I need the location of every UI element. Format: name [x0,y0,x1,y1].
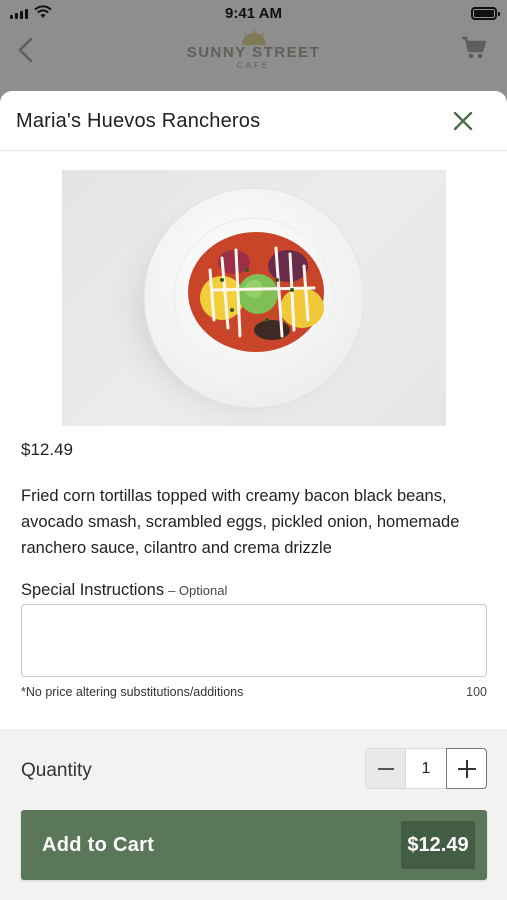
instructions-label-text: Special Instructions [21,581,165,599]
plus-icon [457,759,476,778]
item-price: $12.49 [21,440,73,459]
quantity-label: Quantity [21,760,92,781]
logo-subname: CAFE [236,61,271,70]
cart-total-price: $12.49 [401,821,475,869]
instructions-optional-tag: – Optional [168,583,228,598]
quantity-value: 1 [406,748,446,789]
increase-quantity-button[interactable] [446,748,487,789]
status-bar: 9:41 AM [0,0,507,28]
substitution-note: *No price altering substitutions/additio… [21,685,244,699]
cart-icon[interactable] [461,36,487,60]
instructions-label: Special Instructions – Optional [21,581,227,600]
item-detail-sheet: Maria's Huevos Rancheros $12.49 Fried co… [0,91,507,900]
battery-icon [471,7,500,20]
sheet-header: Maria's Huevos Rancheros [0,91,507,151]
item-photo [62,170,446,426]
minus-icon [377,767,394,770]
item-description: Fried corn tortillas topped with creamy … [21,487,460,557]
special-instructions-field[interactable] [21,604,487,677]
status-time: 9:41 AM [225,5,282,22]
close-icon [453,111,473,131]
add-to-cart-button[interactable]: Add to Cart $12.49 [21,810,487,880]
close-button[interactable] [449,107,477,135]
character-limit: 100 [466,685,487,699]
order-footer: Quantity 1 Add to Cart $12.49 [0,729,507,900]
decrease-quantity-button[interactable] [365,748,406,789]
special-instructions-input[interactable] [22,605,486,676]
logo-name: SUNNY STREET [186,44,321,61]
item-title: Maria's Huevos Rancheros [16,110,261,132]
quantity-stepper: 1 [365,748,487,789]
cafe-logo: SUNNY STREET CAFE [0,30,507,70]
add-to-cart-label: Add to Cart [42,834,155,856]
